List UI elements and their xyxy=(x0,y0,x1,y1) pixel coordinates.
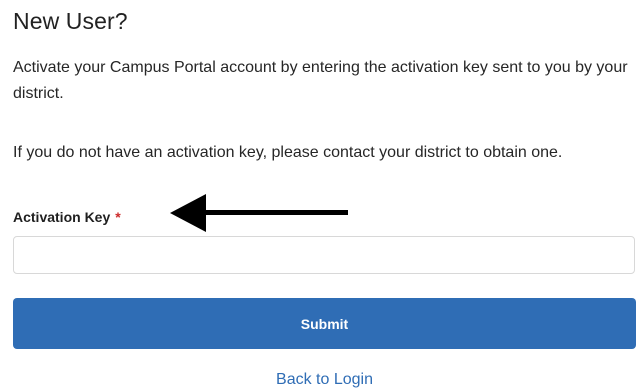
help-text: If you do not have an activation key, pl… xyxy=(13,144,563,161)
activation-key-label-row: Activation Key * xyxy=(13,209,121,225)
page-title: New User? xyxy=(13,8,128,34)
back-to-login-link[interactable]: Back to Login xyxy=(0,371,639,389)
activation-key-label: Activation Key xyxy=(13,209,111,225)
left-arrow-icon xyxy=(170,194,348,232)
submit-button[interactable]: Submit xyxy=(13,298,636,349)
required-marker: * xyxy=(115,209,121,225)
activation-key-input[interactable] xyxy=(13,236,635,274)
intro-text: Activate your Campus Portal account by e… xyxy=(13,59,628,102)
